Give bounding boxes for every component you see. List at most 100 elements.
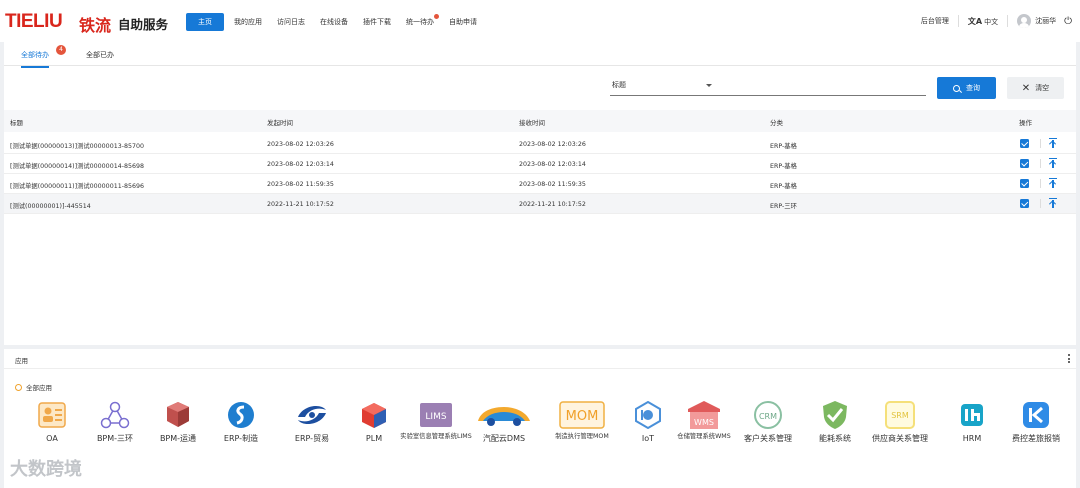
app-label: 仓储管理系统WMS	[677, 433, 731, 440]
app-label: 能耗系统	[819, 434, 851, 443]
row-title[interactable]: [测试单据(00000014)]测试00000014-85698	[10, 161, 144, 170]
row-start-time: 2022-11-21 10:17:52	[267, 201, 334, 208]
app-bpm-yuntong[interactable]: BPM-运通	[142, 399, 214, 443]
lims-icon: LIMS	[419, 399, 453, 431]
row-title[interactable]: [测试单据(00000013)]测试00000013-85700	[10, 141, 144, 150]
app-energy[interactable]: 能耗系统	[799, 399, 871, 443]
row-category: ERP-基格	[770, 163, 797, 170]
row-receive-time: 2022-11-21 10:17:52	[519, 201, 586, 208]
app-label: 供应商关系管理	[872, 434, 928, 443]
table-row[interactable]: [测试单据(00000011)]测试00000011-85696 2023-08…	[4, 174, 1076, 194]
todo-count-badge: 4	[56, 45, 66, 55]
power-icon[interactable]: ⏻	[1064, 16, 1072, 27]
search-icon	[953, 84, 960, 92]
approve-check-icon[interactable]	[1020, 159, 1029, 168]
hrm-icon	[955, 399, 989, 431]
app-crm[interactable]: CRM 客户关系管理	[732, 399, 804, 443]
tab-all-done[interactable]: 全部已办	[86, 50, 114, 60]
app-label: HRM	[962, 434, 982, 443]
row-title[interactable]: [测试(00000001)]-445514	[10, 201, 91, 210]
expense-icon	[1019, 399, 1053, 431]
chevron-down-icon	[706, 84, 712, 87]
table-header: 标题 发起时间 接收时间 分类 操作	[4, 110, 1076, 132]
app-label: BPM-三环	[96, 434, 134, 443]
approve-check-icon[interactable]	[1020, 199, 1029, 208]
app-srm[interactable]: SRM 供应商关系管理	[864, 399, 936, 443]
wms-icon-text: WMS	[694, 418, 714, 427]
search-input[interactable]	[718, 79, 926, 96]
srm-icon-text: SRM	[891, 411, 909, 420]
energy-shield-icon	[818, 399, 852, 431]
circle-icon	[15, 383, 22, 391]
language-switch[interactable]: 文A 中文	[968, 16, 998, 27]
nav-home[interactable]: 主页	[186, 13, 224, 31]
divider	[1040, 179, 1041, 188]
app-oa[interactable]: OA	[16, 399, 88, 443]
divider	[1007, 15, 1009, 27]
divider	[1040, 139, 1041, 148]
app-label: 客户关系管理	[744, 434, 792, 443]
top-right-menu: 后台管理 文A 中文 沈丽华 ⏻	[921, 13, 1072, 29]
row-category: ERP-基格	[770, 183, 797, 190]
col-actions: 操作	[1019, 119, 1032, 127]
more-options-icon[interactable]	[1068, 354, 1071, 364]
table-row[interactable]: [测试(00000001)]-445514 2022-11-21 10:17:5…	[4, 194, 1076, 214]
nav-self-apply[interactable]: 自助申请	[449, 17, 477, 27]
app-erp-manufacturing[interactable]: ERP-制造	[205, 399, 277, 443]
app-lims[interactable]: LIMS 实验室信息管理系统LIMS	[400, 399, 472, 441]
nav-plugin-download[interactable]: 插件下载	[363, 17, 391, 27]
tab-bar: 全部待办 4 全部已办	[4, 42, 1076, 68]
lims-icon-text: LIMS	[425, 412, 446, 422]
wms-icon: WMS	[687, 399, 721, 431]
app-label: 实验室信息管理系统LIMS	[400, 433, 472, 440]
nav-online-devices[interactable]: 在线设备	[320, 17, 348, 27]
app-label: 制造执行管理MOM	[555, 433, 609, 440]
nav-my-apps[interactable]: 我的应用	[234, 17, 262, 27]
pin-top-icon[interactable]	[1048, 177, 1058, 189]
srm-icon: SRM	[883, 399, 917, 431]
filter-field-select[interactable]: 标题	[610, 79, 718, 96]
avatar[interactable]	[1017, 14, 1032, 28]
nav-access-log[interactable]: 访问日志	[277, 17, 305, 27]
watermark: 大数跨境	[10, 459, 82, 480]
row-start-time: 2023-08-02 11:59:35	[267, 181, 334, 188]
app-hrm[interactable]: HRM	[936, 399, 1008, 443]
query-button[interactable]: 查询	[937, 77, 996, 99]
car-icon	[474, 399, 534, 431]
app-mom[interactable]: MOM 制造执行管理MOM	[546, 399, 618, 441]
tab-all-todo[interactable]: 全部待办	[21, 50, 49, 68]
admin-link[interactable]: 后台管理	[921, 16, 949, 26]
table-row[interactable]: [测试单据(00000014)]测试00000014-85698 2023-08…	[4, 154, 1076, 174]
row-receive-time: 2023-08-02 11:59:35	[519, 181, 586, 188]
bpm-cubes-icon	[161, 399, 195, 431]
approve-check-icon[interactable]	[1020, 179, 1029, 188]
divider	[1040, 159, 1041, 168]
close-icon: ✕	[1021, 82, 1031, 94]
pin-top-icon[interactable]	[1048, 197, 1058, 209]
app-wms[interactable]: WMS 仓储管理系统WMS	[668, 399, 740, 441]
nav-unified-todo[interactable]: 统一待办	[406, 14, 439, 27]
notification-dot	[434, 14, 439, 19]
plm-cube-icon	[357, 399, 391, 431]
row-title[interactable]: [测试单据(00000011)]测试00000011-85696	[10, 181, 144, 190]
app-bpm-sanhuan[interactable]: BPM-三环	[79, 399, 151, 443]
approve-check-icon[interactable]	[1020, 139, 1029, 148]
all-apps-filter[interactable]: 全部应用	[15, 382, 52, 392]
row-start-time: 2023-08-02 12:03:26	[267, 141, 334, 148]
app-label: 费控差旅报销	[1012, 434, 1060, 443]
translate-icon: 文A	[967, 16, 983, 26]
pin-top-icon[interactable]	[1048, 137, 1058, 149]
mom-icon-text: MOM	[566, 409, 599, 424]
app-expense[interactable]: 费控差旅报销	[1000, 399, 1072, 443]
todo-panel: 全部待办 4 全部已办 标题 查询 ✕ 清空 标题 发起时间 接收时间 分类 操作…	[4, 42, 1076, 345]
language-label: 中文	[984, 17, 999, 26]
bpm-network-icon	[98, 399, 132, 431]
pin-top-icon[interactable]	[1048, 157, 1058, 169]
logo[interactable]: TIELIU	[5, 11, 63, 33]
clear-button[interactable]: ✕ 清空	[1007, 77, 1064, 99]
table-row[interactable]: [测试单据(00000013)]测试00000013-85700 2023-08…	[4, 134, 1076, 154]
iot-icon	[631, 399, 665, 431]
mom-icon: MOM	[559, 399, 605, 431]
app-dms[interactable]: 汽配云DMS	[468, 399, 540, 443]
user-name[interactable]: 沈丽华	[1035, 16, 1056, 26]
